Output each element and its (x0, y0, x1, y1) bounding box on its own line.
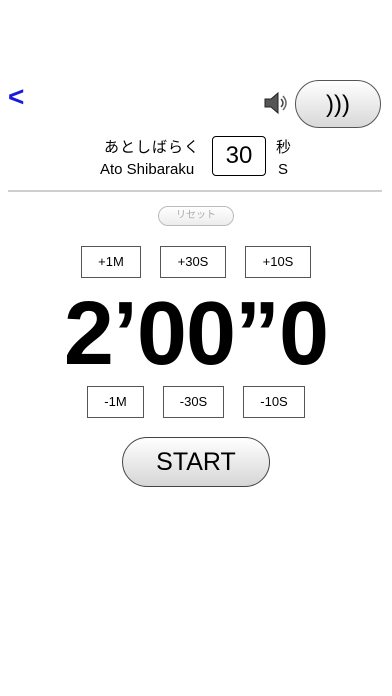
start-button[interactable]: START (122, 437, 270, 487)
reset-button[interactable]: リセット (158, 206, 234, 226)
subtract-30-seconds-button[interactable]: -30S (163, 386, 224, 418)
seconds-unit-en: S (278, 161, 289, 178)
subtract-1-minute-button[interactable]: -1M (87, 386, 144, 418)
divider (8, 190, 382, 192)
speaker-icon (262, 90, 290, 116)
add-30-seconds-button[interactable]: +30S (160, 246, 226, 278)
seconds-unit-jp: 秒 (276, 138, 292, 156)
seconds-input[interactable]: 30 (212, 136, 266, 176)
back-button[interactable]: < (8, 82, 32, 112)
timer-display: 2’00”0 (63, 284, 329, 384)
subtract-10-seconds-button[interactable]: -10S (243, 386, 305, 418)
remaining-label-jp: あとしばらく (104, 138, 201, 156)
remaining-label-romaji: Ato Shibaraku (100, 161, 195, 178)
sound-toggle-button[interactable]: ))) (295, 80, 381, 128)
add-1-minute-button[interactable]: +1M (81, 246, 141, 278)
add-10-seconds-button[interactable]: +10S (245, 246, 311, 278)
